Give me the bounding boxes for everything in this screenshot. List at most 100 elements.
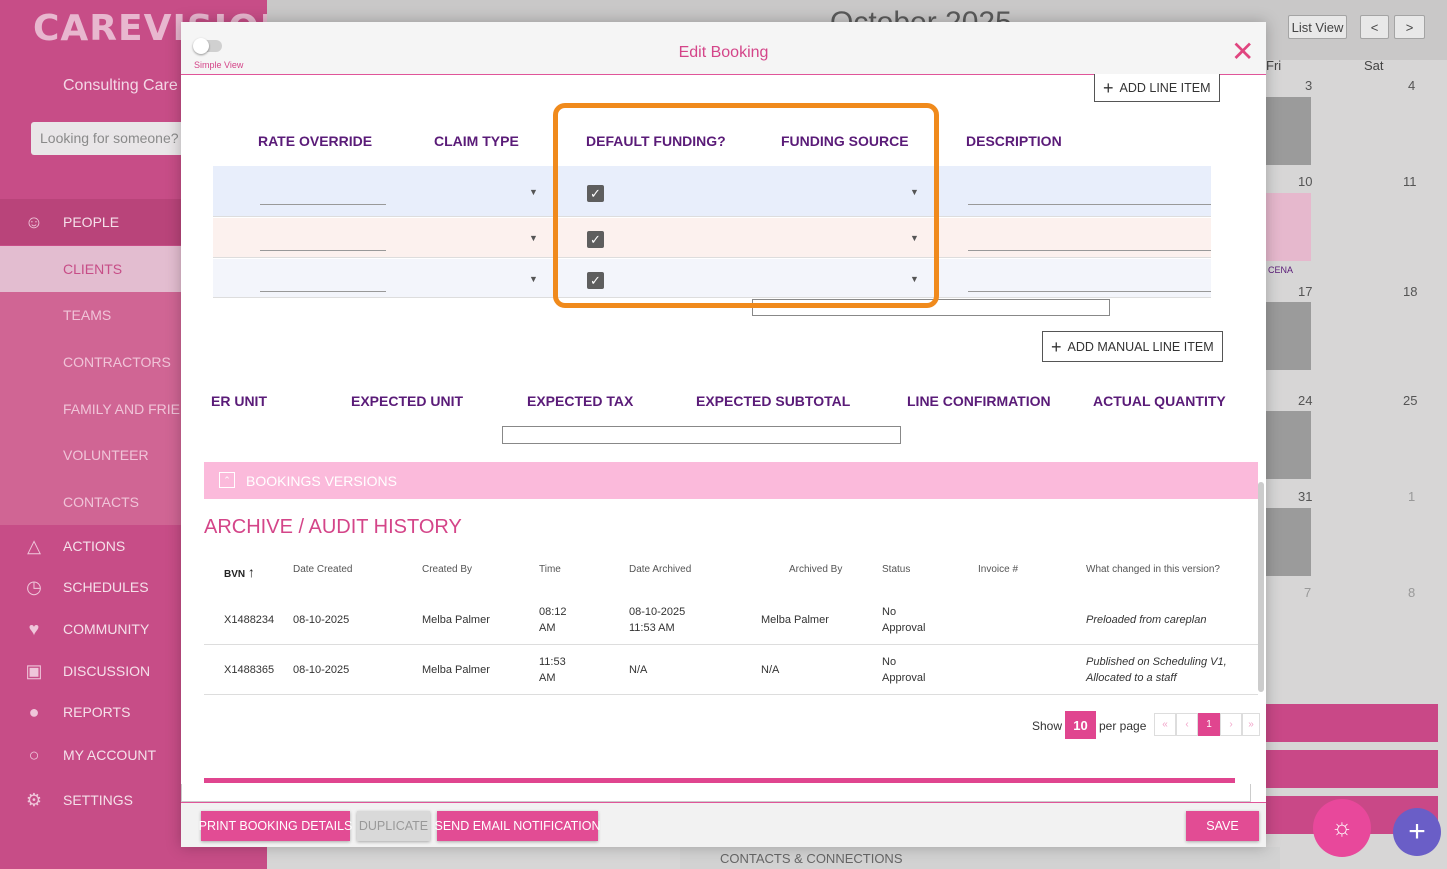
prev-month-button[interactable]: < xyxy=(1360,15,1389,39)
col-date-archived: Date Archived xyxy=(629,564,692,575)
modal-title: Edit Booking xyxy=(678,44,769,61)
calendar-event[interactable] xyxy=(1262,411,1311,479)
row2-date-created: 08-10-2025 xyxy=(293,664,350,676)
row2-time-line1: 11:53 xyxy=(539,656,566,668)
rate-override-input[interactable] xyxy=(260,291,386,292)
col-description: DESCRIPTION xyxy=(966,133,1062,149)
col-per-unit: ER UNIT xyxy=(211,393,267,409)
row2-time-line2: AM xyxy=(539,672,556,684)
col-invoice: Invoice # xyxy=(978,564,1019,575)
warning-icon: △ xyxy=(27,535,41,556)
heart-icon: ♥ xyxy=(28,618,40,639)
row1-bvn: X1488234 xyxy=(224,614,275,626)
notes-field[interactable] xyxy=(181,784,1251,802)
row2-created-by: Melba Palmer xyxy=(422,664,490,676)
modal-footer: PRINT BOOKING DETAILS DUPLICATE SEND EMA… xyxy=(181,802,1266,847)
pager-show-label: Show xyxy=(1032,719,1063,733)
bookings-versions-header[interactable]: ⌃ BOOKINGS VERSIONS xyxy=(204,462,1258,499)
rate-override-input[interactable] xyxy=(260,250,386,251)
row2-bvn: X1488365 xyxy=(224,664,275,676)
day-header-fri: Fri xyxy=(1266,58,1282,73)
claim-type-dropdown[interactable]: ▼ xyxy=(529,187,538,197)
row2-status-line1: No xyxy=(882,656,897,668)
contacts-connections-section[interactable]: CONTACTS & CONNECTIONS xyxy=(680,847,1280,869)
next-month-button[interactable]: > xyxy=(1394,15,1425,39)
col-what-changed: What changed in this version? xyxy=(1086,564,1220,575)
page-size-select[interactable]: 10 xyxy=(1065,711,1096,739)
col-expected-unit: EXPECTED UNIT xyxy=(351,393,464,409)
col-time: Time xyxy=(539,564,561,575)
col-rate-override: RATE OVERRIDE xyxy=(258,133,373,149)
calendar-event[interactable] xyxy=(1262,302,1311,370)
date-cell: 10 xyxy=(1298,174,1313,189)
row1-date-archived-line2: 11:53 AM xyxy=(629,622,675,634)
row1-status-line1: No xyxy=(882,606,897,618)
row-divider xyxy=(204,644,1258,645)
send-email-notification-button[interactable]: SEND EMAIL NOTIFICATION xyxy=(435,811,601,841)
panel-bar xyxy=(1262,750,1438,788)
row1-date-created: 08-10-2025 xyxy=(293,614,350,626)
archive-history-title: ARCHIVE / AUDIT HISTORY xyxy=(204,516,462,538)
lightbulb-icon: ☼ xyxy=(1331,814,1353,841)
save-button[interactable]: SAVE xyxy=(1186,811,1259,841)
edit-booking-modal: Simple View Edit Booking ✕ + ADD LINE ITE… xyxy=(181,22,1266,847)
print-booking-details-button[interactable]: PRINT BOOKING DETAILS xyxy=(199,811,352,841)
claim-type-dropdown[interactable]: ▼ xyxy=(529,233,538,243)
duplicate-button[interactable]: DUPLICATE xyxy=(357,811,430,841)
col-claim-type: CLAIM TYPE xyxy=(434,133,519,149)
date-cell: 31 xyxy=(1298,489,1313,504)
lightbulb-button[interactable]: ☼ xyxy=(1313,799,1371,857)
prev-page-button[interactable]: ‹ xyxy=(1176,713,1198,736)
row2-what-changed-line1: Published on Scheduling V1, xyxy=(1086,656,1227,668)
modal-header: Simple View Edit Booking ✕ xyxy=(181,22,1266,75)
day-header-sat: Sat xyxy=(1364,58,1384,73)
calendar-event[interactable] xyxy=(1262,97,1311,165)
col-date-created: Date Created xyxy=(293,564,353,575)
date-cell: 18 xyxy=(1403,284,1418,299)
description-input[interactable] xyxy=(968,204,1211,205)
plus-icon: + xyxy=(1051,336,1062,357)
claim-type-dropdown[interactable]: ▼ xyxy=(529,274,538,284)
row1-what-changed: Preloaded from careplan xyxy=(1086,614,1207,626)
sort-arrow-up-icon: ↑ xyxy=(247,564,255,580)
date-cell: 4 xyxy=(1408,78,1416,93)
horizontal-scrollbar[interactable] xyxy=(502,426,901,444)
highlight-box xyxy=(553,103,939,308)
add-manual-line-item-button[interactable]: + ADD MANUAL LINE ITEM xyxy=(1042,331,1223,362)
col-archived-by: Archived By xyxy=(789,564,843,575)
col-expected-tax: EXPECTED TAX xyxy=(527,393,634,409)
calendar-event[interactable] xyxy=(1262,193,1311,261)
date-cell: 17 xyxy=(1298,284,1313,299)
close-icon[interactable]: ✕ xyxy=(1231,38,1254,66)
user-icon: ○ xyxy=(28,744,40,765)
add-fab-button[interactable]: + xyxy=(1393,808,1441,856)
calendar-event[interactable] xyxy=(1262,508,1311,576)
col-line-confirmation: LINE CONFIRMATION xyxy=(907,393,1051,409)
date-cell: 11 xyxy=(1403,174,1417,189)
last-page-button[interactable]: » xyxy=(1242,713,1260,736)
panel-bar xyxy=(1262,704,1438,742)
list-view-button[interactable]: List View xyxy=(1288,15,1347,39)
date-cell: 3 xyxy=(1305,78,1313,93)
modal-scrollbar[interactable] xyxy=(1258,482,1264,692)
row2-date-archived: N/A xyxy=(629,664,648,676)
add-line-item-button[interactable]: + ADD LINE ITEM xyxy=(1094,74,1220,102)
date-cell: 25 xyxy=(1403,393,1418,408)
col-actual-quantity: ACTUAL QUANTITY xyxy=(1093,393,1226,409)
next-page-button[interactable]: › xyxy=(1220,713,1242,736)
people-icon: ☺ xyxy=(24,211,44,232)
chat-icon: ▣ xyxy=(25,660,43,681)
rate-override-input[interactable] xyxy=(260,204,386,205)
col-expected-subtotal: EXPECTED SUBTOTAL xyxy=(696,393,851,409)
row1-status-line2: Approval xyxy=(882,622,926,634)
org-name: Consulting Care xyxy=(63,77,178,94)
row2-status-line2: Approval xyxy=(882,672,926,684)
row1-date-archived-line1: 08-10-2025 xyxy=(629,606,686,618)
description-input[interactable] xyxy=(968,291,1211,292)
description-input[interactable] xyxy=(968,250,1211,251)
first-page-button[interactable]: « xyxy=(1154,713,1176,736)
page-1-button[interactable]: 1 xyxy=(1198,713,1220,736)
plus-icon: + xyxy=(1103,77,1114,98)
col-created-by: Created By xyxy=(422,564,473,575)
col-bvn[interactable]: BVN ↑ xyxy=(224,564,255,580)
